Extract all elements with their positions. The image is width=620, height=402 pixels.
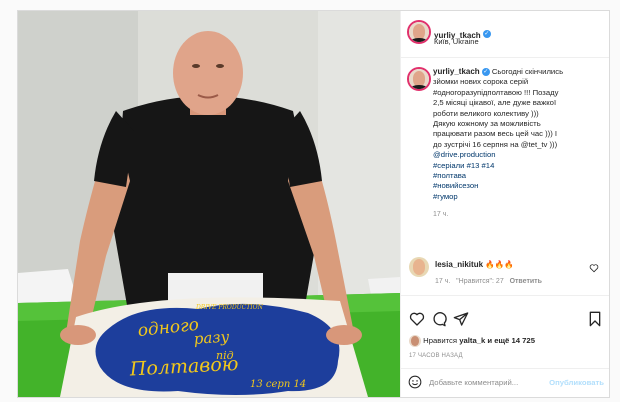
caption-hashtag[interactable]: #серіали #13 #14 bbox=[433, 161, 605, 171]
person-head bbox=[173, 31, 243, 115]
caption-line[interactable]: #одногоразупідполтавою !!! Позаду bbox=[433, 88, 605, 98]
post-photo[interactable]: DRIVE PRODUCTION одного разу під Полтаво… bbox=[18, 11, 400, 397]
bookmark-icon[interactable] bbox=[587, 311, 603, 327]
comment-heart-icon[interactable] bbox=[589, 263, 599, 273]
post-sidebar: yurliy_tkach ✓ Київ, Ukraine yurliy_tkach… bbox=[400, 11, 609, 397]
comment-icon[interactable] bbox=[431, 311, 447, 327]
cake-brand: DRIVE PRODUCTION bbox=[195, 304, 264, 311]
caption-hashtag[interactable]: #гумор bbox=[433, 192, 605, 202]
post-timestamp[interactable]: 17 ЧАСОВ НАЗАД bbox=[409, 353, 463, 359]
share-icon[interactable] bbox=[453, 311, 469, 327]
caption-hashtag[interactable]: #полтава bbox=[433, 171, 605, 181]
caption-line: Дякую кожному за можливість bbox=[433, 119, 541, 129]
caption-line: Сьогодні скінчились bbox=[491, 67, 564, 76]
caption-line: зйомки нових сорока серій bbox=[433, 77, 529, 87]
post-comment-button[interactable]: Опубликовать bbox=[549, 378, 604, 387]
caption-text: yurliy_tkach ✓ Сьогодні скінчились зйомки… bbox=[433, 67, 605, 221]
likes-summary: Нравится yalta_k и ещё 14 725 bbox=[409, 335, 535, 347]
author-avatar[interactable] bbox=[409, 22, 429, 42]
heart-icon[interactable] bbox=[409, 311, 425, 327]
caption-line: до зустрічі 16 серпня на @tet_tv ))) bbox=[433, 139, 558, 149]
commenter-username[interactable]: lesia_nikituk bbox=[435, 260, 483, 269]
caption-hashtag[interactable]: #новийсезон bbox=[433, 181, 605, 191]
caption-line: працювати разом весь цей час ))) І bbox=[433, 129, 558, 139]
likes-prefix: Нравится bbox=[423, 336, 458, 346]
post-frame: DRIVE PRODUCTION одного разу під Полтаво… bbox=[17, 10, 610, 398]
post-location[interactable]: Київ, Ukraine bbox=[434, 37, 479, 46]
cake-title-2: разу bbox=[193, 328, 230, 348]
caption-line: 2,5 місяці цікавої, але дуже важкої bbox=[433, 98, 557, 108]
liker-username[interactable]: yalta_k bbox=[459, 336, 485, 345]
liker-avatar[interactable] bbox=[409, 335, 421, 347]
likes-count[interactable]: и ещё 14 725 bbox=[487, 336, 535, 345]
photo-scene: DRIVE PRODUCTION одного разу під Полтаво… bbox=[18, 11, 400, 397]
caption-avatar[interactable] bbox=[409, 69, 429, 89]
add-comment-bar: Опубликовать bbox=[401, 368, 609, 397]
comment-text: 🔥🔥🔥 bbox=[485, 260, 514, 269]
caption-time[interactable]: 17 ч. bbox=[433, 210, 605, 220]
verified-icon: ✓ bbox=[482, 29, 491, 38]
verified-icon: ✓ bbox=[481, 67, 490, 76]
post-header: yurliy_tkach ✓ Київ, Ukraine bbox=[401, 11, 609, 58]
cake-date: 13 серп 14 bbox=[250, 379, 306, 390]
caption-mention[interactable]: @drive.production bbox=[433, 150, 605, 160]
comment-time[interactable]: 17 ч. bbox=[435, 278, 450, 285]
action-bar: Нравится yalta_k и ещё 14 725 17 ЧАСОВ Н… bbox=[401, 295, 609, 397]
commenter-avatar[interactable] bbox=[409, 257, 429, 277]
caption-username[interactable]: yurliy_tkach bbox=[433, 67, 480, 76]
comment-likes[interactable]: "Нравится": 27 bbox=[456, 278, 504, 285]
emoji-icon[interactable] bbox=[408, 375, 422, 389]
caption-line: роботи великого колективу ))) bbox=[433, 108, 539, 118]
comment-input[interactable] bbox=[427, 377, 549, 388]
reply-button[interactable]: Ответить bbox=[510, 278, 542, 285]
